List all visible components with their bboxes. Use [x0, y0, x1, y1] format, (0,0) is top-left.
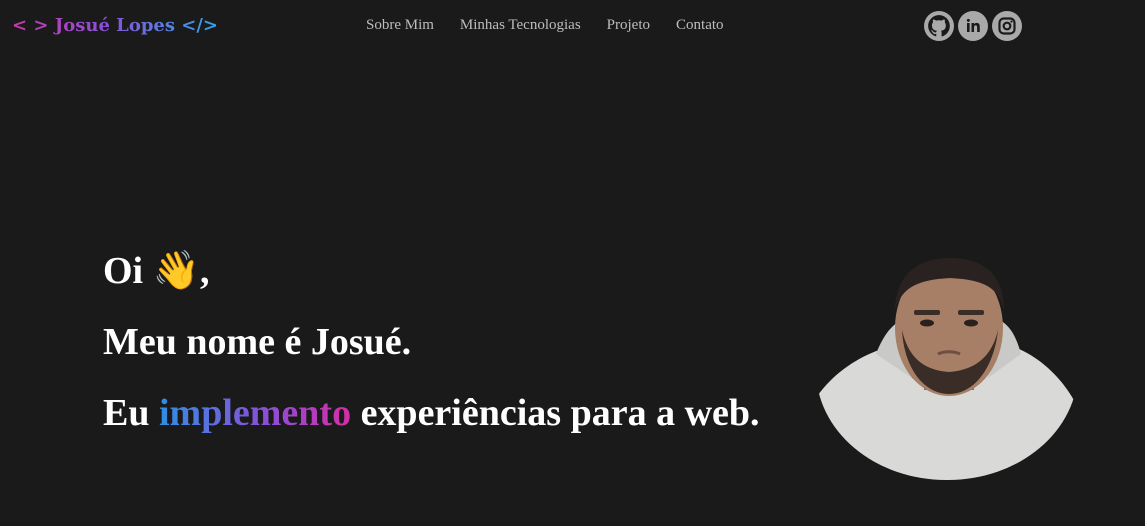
- hero-name-line: Meu nome é Josué.: [103, 321, 412, 363]
- main-nav: Sobre Mim Minhas Tecnologias Projeto Con…: [366, 17, 724, 34]
- github-icon[interactable]: [924, 11, 954, 41]
- nav-link-contato[interactable]: Contato: [676, 17, 724, 34]
- hero-greeting-line: Oi 👋,: [103, 250, 210, 292]
- nav-link-sobre-mim[interactable]: Sobre Mim: [366, 17, 434, 34]
- hero-text: Oi 👋, Meu nome é Josué. Eu implemento ex…: [103, 236, 760, 449]
- hero-tagline: Eu implemento experiências para a web.: [103, 392, 760, 434]
- nav-link-projeto[interactable]: Projeto: [607, 17, 650, 34]
- site-logo[interactable]: < > Josué Lopes </>: [12, 15, 218, 36]
- highlight-word: implemento: [158, 392, 352, 434]
- linkedin-icon[interactable]: [958, 11, 988, 41]
- profile-photo: [816, 258, 1078, 480]
- social-links: [924, 11, 1022, 41]
- waving-hand-icon: 👋: [152, 250, 200, 292]
- nav-link-minhas-tecnologias[interactable]: Minhas Tecnologias: [460, 17, 581, 34]
- instagram-icon[interactable]: [992, 11, 1022, 41]
